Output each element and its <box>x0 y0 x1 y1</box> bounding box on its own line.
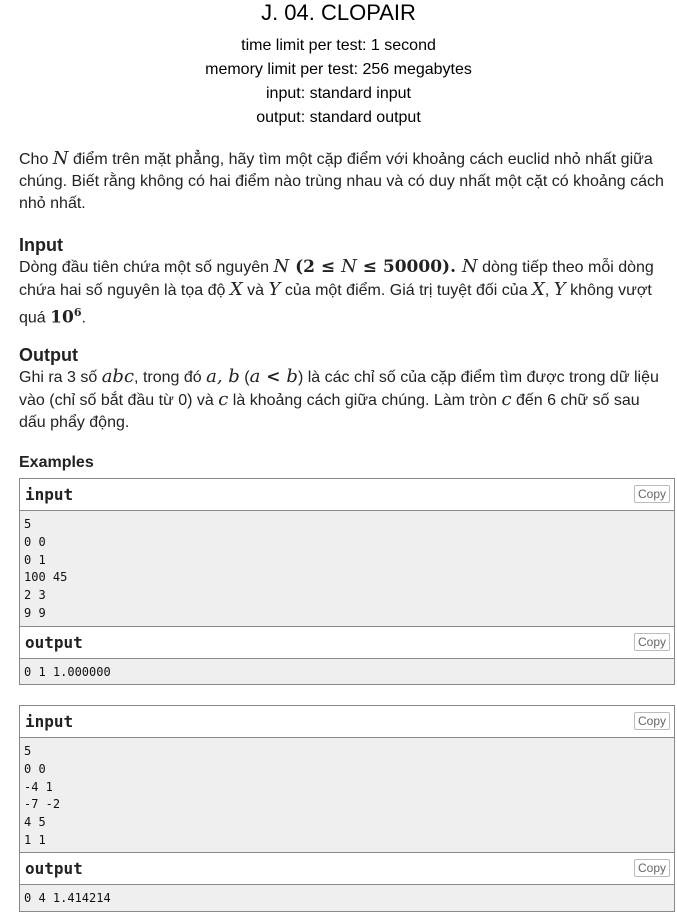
code-line: 4 5 <box>24 815 46 830</box>
code-line: 2 3 <box>24 588 46 603</box>
output-label: output <box>25 632 83 652</box>
input-label: input <box>25 485 74 505</box>
input-description: Dòng đầu tiên chứa một số nguyên N (2 ≤ … <box>19 256 654 328</box>
page-title: J. 04. CLOPAIR <box>261 0 416 25</box>
code-line: 0 0 <box>24 761 46 776</box>
input-label: input <box>25 712 74 732</box>
copy-button[interactable]: Copy <box>633 712 670 731</box>
code-line: 100 45 <box>24 570 68 585</box>
code-line: -4 1 <box>24 779 53 794</box>
time-limit: time limit per test: 1 second <box>241 37 436 54</box>
code-line: 0 1 <box>24 552 46 567</box>
code-line: 1 1 <box>24 832 46 847</box>
output-file: output: standard output <box>256 109 421 126</box>
output-label: output <box>25 859 83 879</box>
problem-statement: Cho N điểm trên mặt phẳng, hãy tìm một c… <box>0 148 669 473</box>
input-section-title: Input <box>19 235 63 255</box>
example-1: input Copy 5 0 0 0 1 100 45 2 3 9 9 output Co… <box>19 478 675 686</box>
examples-title: Examples <box>19 454 94 472</box>
example-2-input: 5 0 0 -4 1 -7 -2 4 5 1 1 <box>20 738 674 853</box>
example-1-output: 0 1 1.000000 <box>20 658 674 685</box>
copy-button[interactable]: Copy <box>633 485 670 504</box>
problem-header: J. 04. CLOPAIR time limit per test: 1 se… <box>0 0 677 130</box>
example-1-input: 5 0 0 0 1 100 45 2 3 9 9 <box>20 511 674 626</box>
code-line: 9 9 <box>24 605 46 620</box>
code-line: 0 4 1.414214 <box>24 891 111 906</box>
copy-button[interactable]: Copy <box>633 859 670 878</box>
example-2-input-header: input Copy <box>20 706 674 739</box>
copy-button[interactable]: Copy <box>633 632 670 651</box>
example-1-input-header: input Copy <box>20 479 674 512</box>
input-file: input: standard input <box>266 85 411 102</box>
code-line: 5 <box>24 517 32 532</box>
code-line: 5 <box>24 744 32 759</box>
memory-limit: memory limit per test: 256 megabytes <box>205 61 472 78</box>
example-1-output-header: output Copy <box>20 625 674 659</box>
code-line: 0 1 1.000000 <box>24 664 111 679</box>
example-2-output: 0 4 1.414214 <box>20 885 674 912</box>
code-line: 0 0 <box>24 535 46 550</box>
statement-paragraph: Cho N điểm trên mặt phẳng, hãy tìm một c… <box>19 148 664 212</box>
output-description: Ghi ra 3 số abc, trong đó a, b (a < b) l… <box>19 366 659 432</box>
output-section-title: Output <box>19 345 78 366</box>
example-2: input Copy 5 0 0 -4 1 -7 -2 4 5 1 1 output Co… <box>19 705 675 912</box>
code-line: -7 -2 <box>24 797 61 812</box>
example-2-output-header: output Copy <box>20 852 674 886</box>
